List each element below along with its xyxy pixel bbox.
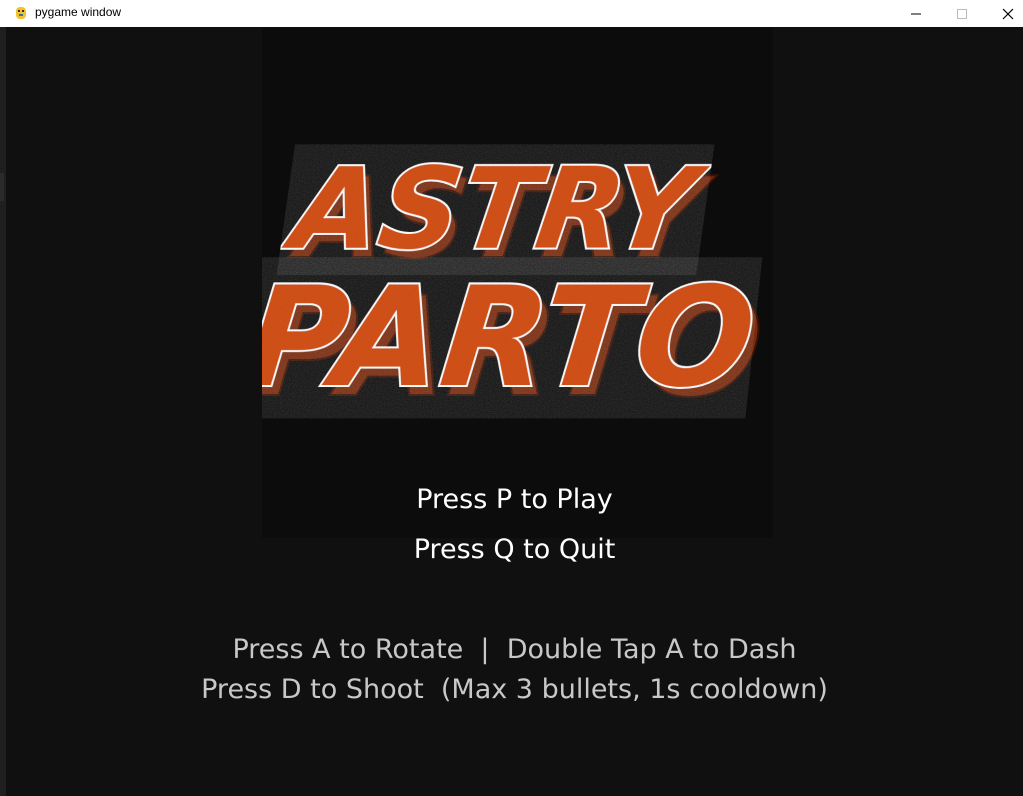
pygame-snake-icon xyxy=(13,5,29,21)
close-button[interactable] xyxy=(985,0,1023,27)
edge-marker xyxy=(0,173,4,201)
controls-hint-line1: Press A to Rotate | Double Tap A to Dash xyxy=(232,634,797,665)
logo-panel: ASTRY ASTRY PARTO PARTO xyxy=(262,27,773,538)
game-logo: ASTRY ASTRY PARTO PARTO xyxy=(262,143,771,429)
logo-line1: ASTRY xyxy=(277,145,715,275)
play-prompt[interactable]: Press P to Play xyxy=(6,484,1023,515)
window-title: pygame window xyxy=(35,5,122,19)
maximize-button[interactable] xyxy=(939,0,985,27)
quit-prompt[interactable]: Press Q to Quit xyxy=(6,534,1023,565)
controls-hint-line2: Press D to Shoot (Max 3 bullets, 1s cool… xyxy=(201,674,828,705)
maximize-icon xyxy=(957,8,967,19)
minimize-icon xyxy=(911,13,921,14)
game-canvas[interactable]: ASTRY ASTRY PARTO PARTO Press P to Play … xyxy=(6,27,1023,796)
pygame-window: pygame window ASTRY ASTRY PARTO PARTO Pr… xyxy=(0,0,1023,796)
title-bar[interactable]: pygame window xyxy=(0,0,1023,27)
minimize-button[interactable] xyxy=(893,0,939,27)
logo-line2: PARTO xyxy=(262,257,762,418)
close-icon xyxy=(1002,8,1014,19)
